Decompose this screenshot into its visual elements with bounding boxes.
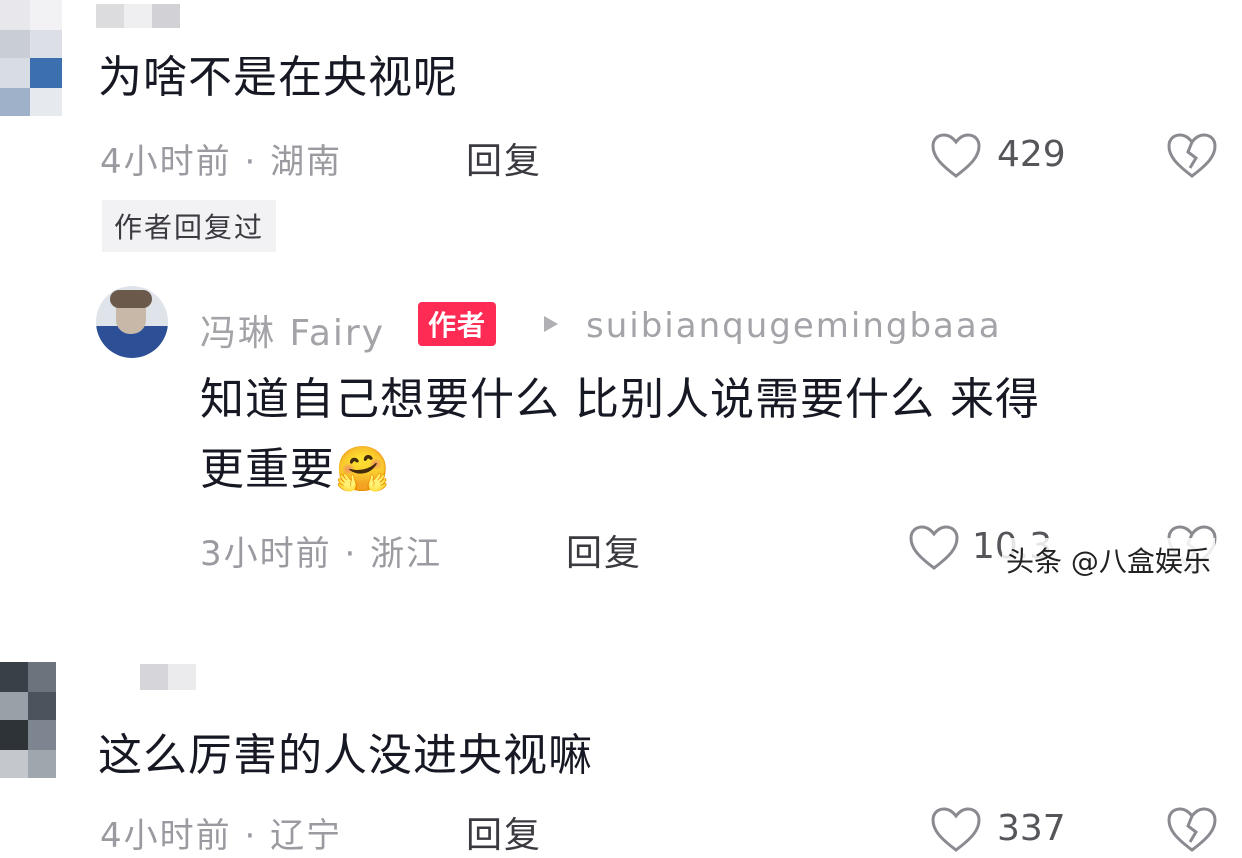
reply-button[interactable]: 回复 xyxy=(466,132,542,184)
username-redacted[interactable] xyxy=(96,4,180,28)
like-count: 337 xyxy=(997,808,1066,849)
watermark: 头条 @八盒娱乐 xyxy=(1002,538,1215,582)
comment-text: 这么厉害的人没进央视嘛 xyxy=(98,730,593,781)
author-replied-badge[interactable]: 作者回复过 xyxy=(102,200,277,252)
meta-separator: · xyxy=(244,142,258,182)
comment-meta: 4小时前 · 辽宁 xyxy=(100,808,342,857)
broken-heart-icon[interactable] xyxy=(1166,806,1218,854)
heart-icon[interactable] xyxy=(930,806,982,854)
reply-region: 浙江 xyxy=(370,534,443,574)
meta-separator: · xyxy=(344,534,358,574)
author-username[interactable]: 冯琳 Fairy xyxy=(200,304,385,356)
comment-region: 湖南 xyxy=(270,142,343,182)
author-tag: 作者 xyxy=(418,302,497,346)
meta-separator: · xyxy=(244,816,258,856)
play-triangle-icon xyxy=(542,314,560,334)
username-redacted[interactable] xyxy=(140,664,196,690)
comment-time: 4小时前 xyxy=(100,816,232,856)
author-avatar[interactable] xyxy=(96,286,168,358)
comment-meta: 4小时前 · 湖南 xyxy=(100,134,342,183)
like-count: 429 xyxy=(997,134,1066,175)
heart-icon[interactable] xyxy=(908,524,960,572)
reply-button[interactable]: 回复 xyxy=(566,524,642,576)
reply-time: 3小时前 xyxy=(200,534,332,574)
author-reply-text-line1: 知道自己想要什么 比别人说需要什么 来得 xyxy=(200,374,1040,425)
reply-button[interactable]: 回复 xyxy=(466,806,542,858)
avatar[interactable] xyxy=(0,0,62,116)
hug-emoji-icon: 🤗 xyxy=(335,444,391,495)
author-reply-meta: 3小时前 · 浙江 xyxy=(200,526,442,575)
reply-to-username[interactable]: suibianqugemingbaaa xyxy=(586,306,1002,346)
comment-text: 为啥不是在央视呢 xyxy=(98,52,458,103)
avatar[interactable] xyxy=(0,662,56,778)
heart-icon[interactable] xyxy=(930,132,982,180)
broken-heart-icon[interactable] xyxy=(1166,132,1218,180)
author-reply-text-line2-text: 更重要 xyxy=(200,444,335,495)
author-reply-text-line2: 更重要🤗 xyxy=(200,442,391,498)
comment-region: 辽宁 xyxy=(270,816,343,856)
comment-time: 4小时前 xyxy=(100,142,232,182)
